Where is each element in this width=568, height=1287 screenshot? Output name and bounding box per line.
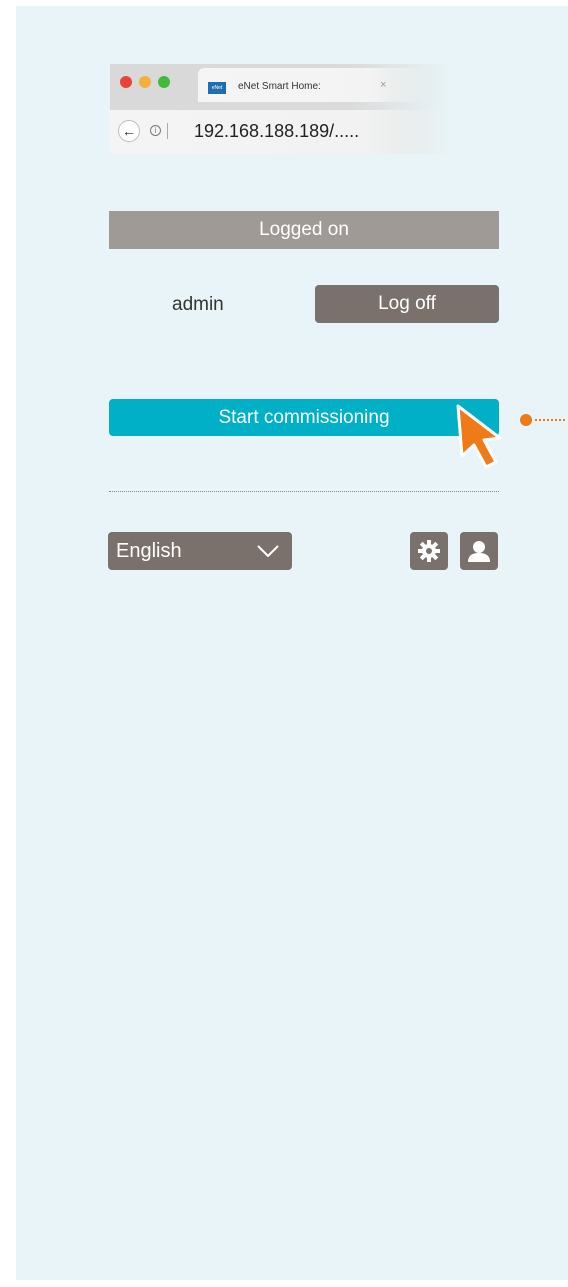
address-separator: [167, 123, 168, 139]
address-bar: ← i 192.168.188.189/.....: [110, 110, 450, 154]
cursor-arrow-icon: [456, 404, 502, 469]
chevron-down-icon: [257, 545, 279, 558]
language-value: English: [116, 540, 182, 562]
login-status-bar: Logged on: [109, 211, 499, 249]
minimize-window-dot[interactable]: [139, 76, 151, 88]
username-label: admin: [172, 294, 224, 315]
browser-window-preview: eNet eNet Smart Home: × ← i 192.168.188.…: [110, 64, 450, 154]
favicon-icon: eNet: [208, 82, 226, 94]
back-icon[interactable]: ←: [118, 120, 140, 142]
maximize-window-dot[interactable]: [158, 76, 170, 88]
close-window-dot[interactable]: [120, 76, 132, 88]
settings-button[interactable]: [410, 532, 448, 570]
browser-tab[interactable]: eNet eNet Smart Home: ×: [198, 68, 430, 102]
close-tab-icon[interactable]: ×: [380, 79, 386, 91]
callout-leader-line: [535, 419, 565, 421]
callout-marker: [520, 414, 532, 426]
url-text[interactable]: 192.168.188.189/.....: [194, 121, 359, 142]
browser-tab-bar: eNet eNet Smart Home: ×: [110, 64, 450, 110]
log-off-button[interactable]: Log off: [315, 285, 499, 323]
gear-icon: [418, 540, 440, 562]
start-commissioning-button[interactable]: Start commissioning: [109, 399, 499, 436]
tab-title: eNet Smart Home:: [238, 81, 321, 92]
user-account-button[interactable]: [460, 532, 498, 570]
info-icon[interactable]: i: [150, 125, 161, 136]
content-panel: [16, 6, 568, 1280]
section-divider: [109, 491, 499, 492]
language-select[interactable]: English: [108, 532, 292, 570]
user-icon: [468, 541, 490, 562]
